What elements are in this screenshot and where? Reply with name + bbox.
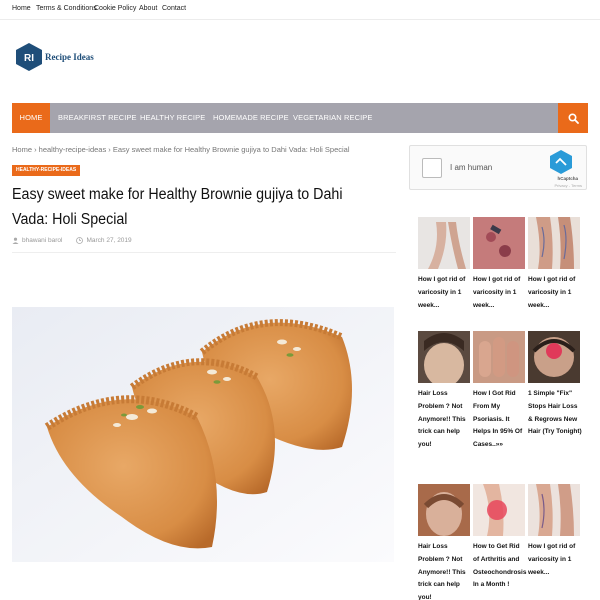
ad-text-7[interactable]: Hair Loss Problem ? Not Anymore!! This t… xyxy=(418,541,472,600)
ad-text-6[interactable]: 1 Simple "Fix" Stops Hair Loss & Regrows… xyxy=(528,388,582,439)
svg-text:RI: RI xyxy=(24,53,34,64)
hcaptcha-logo-icon xyxy=(550,150,572,174)
site-logo[interactable]: RI Recipe Ideas xyxy=(16,42,94,72)
captcha-widget: I am human hCaptcha Privacy - Terms xyxy=(409,145,587,190)
ad-thumb-hair-loss-2[interactable] xyxy=(418,484,470,536)
nav-item-healthy-recipe[interactable]: HEALTHY RECIPE xyxy=(140,103,205,133)
ad-thumb-skin[interactable] xyxy=(473,217,525,269)
ad-text-8[interactable]: How to Get Rid of Arthritis and Osteocho… xyxy=(473,541,527,592)
category-badge[interactable]: HEALTHY-RECIPE-IDEAS xyxy=(12,165,81,176)
logo-text: Recipe Ideas xyxy=(45,52,94,62)
article-meta: bhawani barol March 27, 2019 xyxy=(12,237,132,244)
ad-text-4[interactable]: Hair Loss Problem ? Not Anymore!! This t… xyxy=(418,388,472,452)
ad-thumb-regrow-hair[interactable] xyxy=(528,331,580,383)
ad-text-5[interactable]: How I Got Rid From My Psoriasis. It Help… xyxy=(473,388,527,452)
top-link-home[interactable]: Home xyxy=(12,5,31,12)
publish-date: March 27, 2019 xyxy=(86,237,132,244)
ad-thumb-psoriasis[interactable] xyxy=(473,331,525,383)
ad-text-3[interactable]: How I got rid of varicosity in 1 week... xyxy=(528,274,582,312)
ad-text-9[interactable]: How I got rid of varicosity in 1 week... xyxy=(528,541,582,579)
ad-thumb-hair-loss[interactable] xyxy=(418,331,470,383)
top-link-terms[interactable]: Terms & Conditions xyxy=(36,5,97,12)
logo-hexagon-icon: RI xyxy=(16,43,42,71)
search-button[interactable] xyxy=(558,103,588,133)
breadcrumb: Home › healthy-recipe-ideas › Easy sweet… xyxy=(12,145,350,154)
ad-text-1[interactable]: How I got rid of varicosity in 1 week... xyxy=(418,274,472,312)
ad-thumb-veins[interactable] xyxy=(528,217,580,269)
captcha-label: I am human xyxy=(450,163,493,172)
nav-item-home[interactable]: HOME xyxy=(12,103,50,133)
top-link-about[interactable]: About xyxy=(139,5,157,12)
ad-thumb-arthritis[interactable] xyxy=(473,484,525,536)
main-nav: HOME BREAKFIRST RECIPE HEALTHY RECIPE HO… xyxy=(12,103,588,133)
top-link-cookie-policy[interactable]: Cookie Policy xyxy=(94,5,136,12)
top-bar: Home Terms & Conditions Cookie Policy Ab… xyxy=(0,0,600,20)
captcha-checkbox[interactable] xyxy=(422,158,442,178)
author-name[interactable]: bhawani barol xyxy=(22,237,62,244)
captcha-brand: hCaptcha xyxy=(557,176,578,181)
ad-thumb-legs[interactable] xyxy=(418,217,470,269)
divider xyxy=(12,252,396,253)
author-icon xyxy=(12,237,19,244)
nav-item-vegetarian-recipe[interactable]: VEGETARIAN RECIPE xyxy=(293,103,373,133)
captcha-privacy-links[interactable]: Privacy - Terms xyxy=(555,183,582,188)
top-link-contact[interactable]: Contact xyxy=(162,5,186,12)
ad-text-2[interactable]: How I got rid of varicosity in 1 week... xyxy=(473,274,527,312)
nav-item-homemade-recipe[interactable]: HOMEMADE RECIPE xyxy=(213,103,289,133)
search-icon xyxy=(567,112,579,124)
breadcrumb-text[interactable]: Home › healthy-recipe-ideas › Easy sweet… xyxy=(12,145,350,154)
clock-icon xyxy=(76,237,84,244)
nav-item-breakfirst-recipe[interactable]: BREAKFIRST RECIPE xyxy=(58,103,137,133)
page-title: Easy sweet make for Healthy Brownie guji… xyxy=(12,186,343,228)
ad-thumb-varicosity[interactable] xyxy=(528,484,580,536)
hero-image-gujiya xyxy=(12,307,394,562)
